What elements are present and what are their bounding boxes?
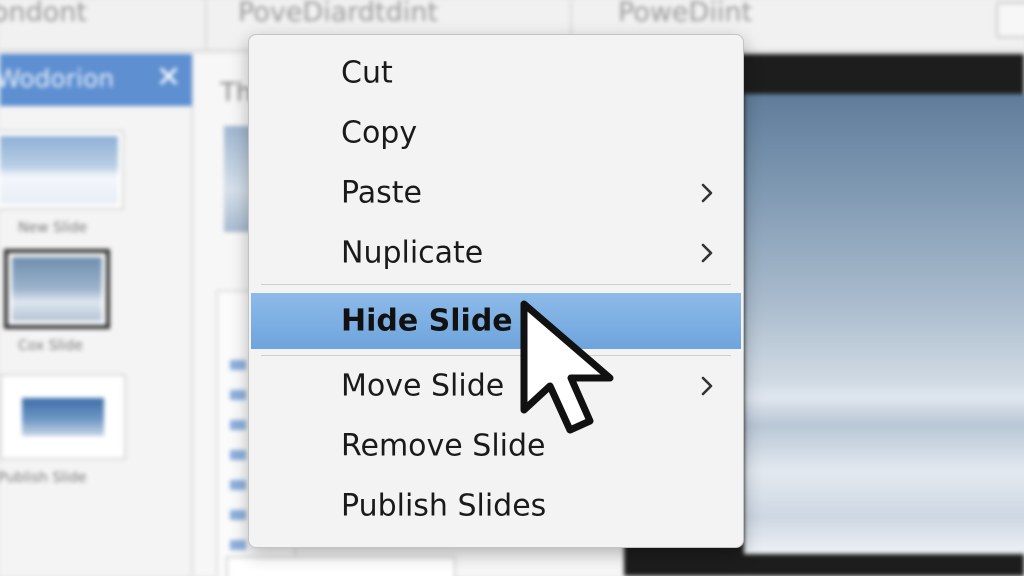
slide-navigator-pane: Wodorion ✕ New Slide Cox Slide Publish S… [0, 54, 192, 576]
menu-divider [261, 284, 731, 285]
thumbnail-label: New Slide [18, 220, 88, 236]
tab-divider [205, 0, 207, 50]
menu-item-duplicate[interactable]: Nuplicate [249, 225, 743, 281]
option-links[interactable] [230, 360, 246, 576]
window-tab-1[interactable]: ondont [0, 0, 87, 50]
chevron-right-icon [701, 183, 713, 203]
thumbnail-label: Publish Slide [0, 470, 87, 486]
close-icon[interactable]: ✕ [156, 60, 181, 95]
menu-item-label: Paste [341, 175, 422, 211]
pane-header: Wodorion ✕ [0, 54, 192, 106]
mouse-pointer-icon [520, 300, 614, 434]
context-menu: Cut Copy Paste Nuplicate Hide Slide Move… [248, 34, 744, 548]
menu-item-cut[interactable]: Cut [249, 45, 743, 101]
menu-item-label: Copy [341, 115, 418, 151]
menu-item-label: Nuplicate [341, 235, 484, 271]
menu-item-move-slide[interactable]: Move Slide [249, 358, 743, 414]
menu-item-paste[interactable]: Paste [249, 165, 743, 221]
menu-item-remove-slide[interactable]: Remove Slide [249, 418, 743, 474]
menu-item-label: Cut [341, 55, 393, 91]
menu-item-copy[interactable]: Copy [249, 105, 743, 161]
pane-title: Wodorion [0, 64, 115, 93]
menu-item-label: Hide Slide [341, 303, 513, 339]
menu-item-publish-slides[interactable]: Publish Slides [249, 478, 743, 534]
slide-thumbnail[interactable] [0, 130, 124, 210]
chevron-right-icon [701, 243, 713, 263]
thumbnail-label: Cox Slide [18, 338, 83, 354]
window-control-button[interactable] [996, 2, 1024, 38]
slide-canvas[interactable] [744, 94, 1024, 554]
menu-item-label: Remove Slide [341, 428, 546, 464]
dropdown-select[interactable] [226, 556, 456, 576]
slide-thumbnail[interactable] [0, 374, 126, 460]
slide-thumbnail-selected[interactable] [4, 249, 110, 329]
app-screen: ondont PoveDiardtdint PoweDiint Wodorion… [0, 0, 1024, 576]
menu-item-hide-slide[interactable]: Hide Slide [251, 293, 741, 349]
chevron-right-icon [701, 376, 713, 396]
menu-item-label: Move Slide [341, 368, 505, 404]
menu-divider [261, 355, 731, 356]
menu-item-label: Publish Slides [341, 488, 547, 524]
